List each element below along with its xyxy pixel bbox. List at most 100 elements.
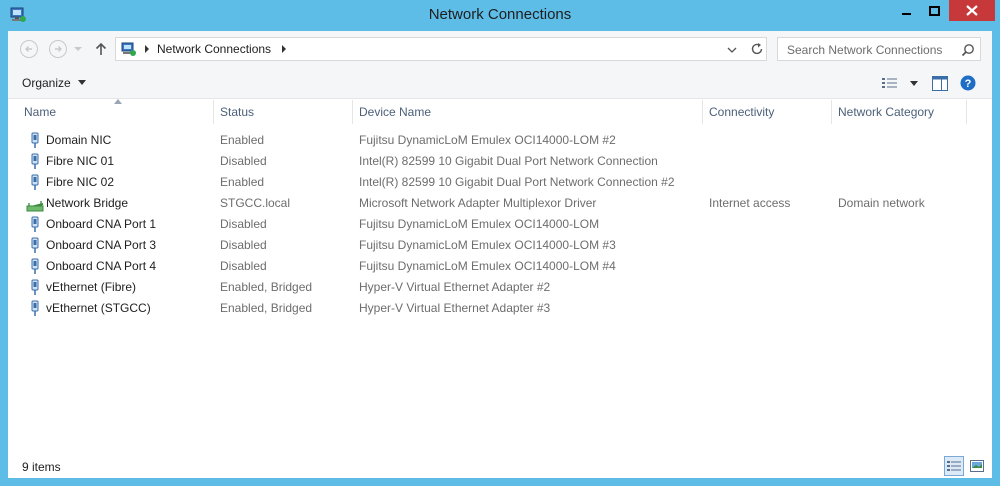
connection-row[interactable]: vEthernet (Fibre) Enabled, Bridged Hyper…: [8, 277, 992, 298]
address-history-dropdown-icon[interactable]: [726, 44, 738, 56]
connection-row[interactable]: vEthernet (STGCC) Enabled, Bridged Hyper…: [8, 298, 992, 319]
connection-row[interactable]: Onboard CNA Port 3 Disabled Fujitsu Dyna…: [8, 235, 992, 256]
help-icon: ?: [960, 75, 976, 91]
breadcrumb-network-connections[interactable]: Network Connections: [157, 42, 271, 56]
connection-status: Enabled: [220, 133, 265, 147]
connection-row[interactable]: Network Bridge STGCC.local Microsoft Net…: [8, 193, 992, 214]
connection-device-name: Microsoft Network Adapter Multiplexor Dr…: [359, 196, 597, 210]
connection-row[interactable]: Fibre NIC 02 Enabled Intel(R) 82599 10 G…: [8, 172, 992, 193]
breadcrumb-separator-icon[interactable]: [280, 44, 288, 54]
chevron-down-icon: [74, 46, 82, 51]
connection-network-category: Domain network: [838, 196, 925, 210]
details-view-button[interactable]: [944, 456, 964, 476]
connection-device-name: Fujitsu DynamicLoM Emulex OCI14000-LOM: [359, 217, 600, 231]
item-count: 9 items: [22, 460, 61, 474]
explorer-window: Network Connections Network Connections …: [0, 0, 1000, 486]
connection-device-name: Fujitsu DynamicLoM Emulex OCI14000-LOM #…: [359, 238, 616, 252]
column-header-network-category[interactable]: Network Category: [832, 100, 967, 124]
connection-device-name: Fujitsu DynamicLoM Emulex OCI14000-LOM #…: [359, 259, 616, 273]
ethernet-adapter-icon: [31, 279, 39, 295]
connection-name: Domain NIC: [46, 133, 112, 147]
recent-locations-button[interactable]: [71, 38, 85, 60]
connection-row[interactable]: Onboard CNA Port 1 Disabled Fujitsu Dyna…: [8, 214, 992, 235]
minimize-icon: [902, 12, 911, 15]
connection-device-name: Fujitsu DynamicLoM Emulex OCI14000-LOM #…: [359, 133, 616, 147]
column-header-status[interactable]: Status: [214, 100, 353, 124]
connection-device-name: Intel(R) 82599 10 Gigabit Dual Port Netw…: [359, 175, 675, 189]
up-button[interactable]: [92, 38, 110, 60]
refresh-icon[interactable]: [750, 42, 764, 56]
connection-name: Onboard CNA Port 4: [46, 259, 157, 273]
details-view-icon: [947, 461, 961, 471]
chevron-down-icon: [910, 80, 918, 86]
command-bar: Organize ?: [8, 67, 992, 99]
view-options-dropdown[interactable]: [907, 74, 921, 92]
help-button[interactable]: ?: [958, 74, 978, 92]
search-icon[interactable]: [961, 43, 975, 57]
ethernet-adapter-icon: [31, 258, 39, 274]
connection-row[interactable]: Fibre NIC 01 Disabled Intel(R) 82599 10 …: [8, 151, 992, 172]
preview-pane-icon: [932, 75, 948, 91]
connection-status: STGCC.local: [220, 196, 291, 210]
ethernet-adapter-icon: [31, 300, 39, 316]
breadcrumb-separator-icon[interactable]: [143, 44, 151, 54]
maximize-button[interactable]: [921, 0, 947, 21]
organize-button[interactable]: Organize: [22, 76, 71, 90]
connection-status: Enabled: [220, 175, 265, 189]
connection-name: vEthernet (Fibre): [46, 280, 137, 294]
explorer-client-area: Network Connections Search Network Conne…: [8, 31, 992, 478]
maximize-icon: [928, 5, 940, 16]
svg-text:?: ?: [965, 78, 972, 90]
change-view-button[interactable]: [881, 74, 899, 92]
details-view-icon: [882, 78, 897, 88]
connection-status: Enabled, Bridged: [220, 280, 313, 294]
connection-status: Enabled, Bridged: [220, 301, 313, 315]
ethernet-adapter-icon: [31, 153, 39, 169]
column-headers: Name Status Device Name Connectivity Net…: [8, 99, 992, 124]
up-arrow-icon: [95, 42, 107, 55]
ethernet-adapter-icon: [31, 132, 39, 148]
ethernet-adapter-icon: [31, 174, 39, 190]
network-connections-folder-icon: [121, 42, 136, 56]
navigation-bar: Network Connections Search Network Conne…: [8, 31, 992, 67]
connection-device-name: Hyper-V Virtual Ethernet Adapter #3: [359, 301, 551, 315]
connection-name: Fibre NIC 02: [46, 175, 115, 189]
connection-device-name: Hyper-V Virtual Ethernet Adapter #2: [359, 280, 551, 294]
preview-pane-button[interactable]: [930, 74, 950, 92]
title-bar[interactable]: Network Connections: [0, 0, 1000, 31]
connection-row[interactable]: Onboard CNA Port 4 Disabled Fujitsu Dyna…: [8, 256, 992, 277]
back-button[interactable]: [18, 38, 40, 60]
back-arrow-icon: [20, 40, 38, 58]
connection-name: Fibre NIC 01: [46, 154, 115, 168]
network-bridge-icon: [26, 201, 44, 212]
connection-name: Network Bridge: [46, 196, 129, 210]
connection-name: vEthernet (STGCC): [46, 301, 151, 315]
column-header-connectivity[interactable]: Connectivity: [703, 100, 832, 124]
connection-status: Disabled: [220, 154, 267, 168]
organize-dropdown-icon[interactable]: [78, 80, 86, 85]
connection-status: Disabled: [220, 217, 267, 231]
status-bar: 9 items: [8, 454, 992, 478]
connection-status: Disabled: [220, 259, 267, 273]
search-box[interactable]: Search Network Connections: [777, 37, 981, 61]
ethernet-adapter-icon: [31, 216, 39, 232]
forward-arrow-icon: [49, 40, 67, 58]
connection-connectivity: Internet access: [709, 196, 791, 210]
connection-status: Disabled: [220, 238, 267, 252]
ethernet-adapter-icon: [31, 237, 39, 253]
search-input[interactable]: Search Network Connections: [787, 43, 942, 57]
window-title: Network Connections: [428, 6, 572, 23]
close-button[interactable]: [949, 0, 995, 21]
connection-row[interactable]: Domain NIC Enabled Fujitsu DynamicLoM Em…: [8, 130, 992, 151]
large-icons-view-icon: [970, 460, 984, 472]
connection-name: Onboard CNA Port 1: [46, 217, 157, 231]
close-icon: [966, 5, 978, 16]
column-header-device-name[interactable]: Device Name: [353, 100, 703, 124]
address-bar[interactable]: Network Connections: [115, 37, 767, 61]
forward-button[interactable]: [47, 38, 69, 60]
column-header-name[interactable]: Name: [18, 100, 214, 124]
large-icons-view-button[interactable]: [967, 456, 987, 476]
connection-name: Onboard CNA Port 3: [46, 238, 157, 252]
minimize-button[interactable]: [894, 0, 920, 21]
connection-device-name: Intel(R) 82599 10 Gigabit Dual Port Netw…: [359, 154, 658, 168]
